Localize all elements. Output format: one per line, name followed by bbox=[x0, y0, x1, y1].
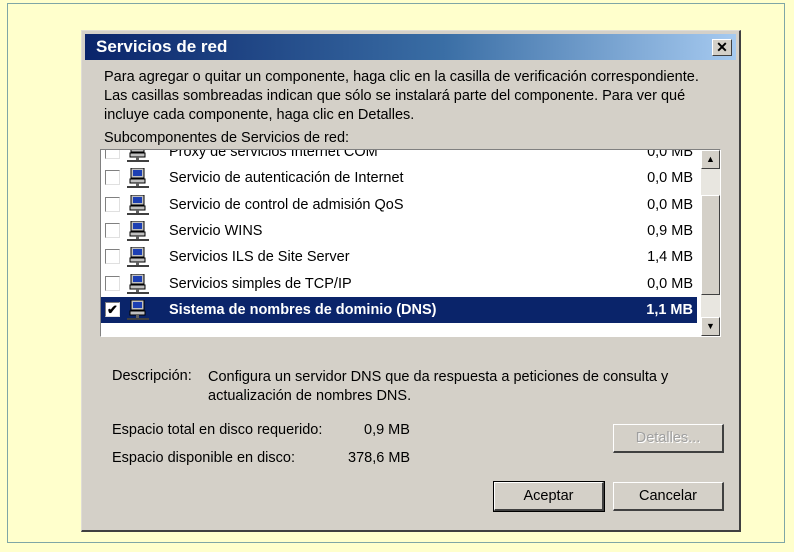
subcomponents-list[interactable]: Proxy de servicios Internet COM 0,0 MB Ser… bbox=[100, 149, 721, 337]
component-size: 1,4 MB bbox=[647, 249, 693, 266]
arrow-up-icon: ▲ bbox=[706, 154, 715, 164]
scroll-up-button[interactable]: ▲ bbox=[701, 150, 720, 169]
component-row[interactable]: Servicio de autenticación de Internet 0,0… bbox=[101, 165, 697, 191]
close-icon: ✕ bbox=[716, 39, 728, 55]
component-row[interactable]: Proxy de servicios Internet COM 0,0 MB bbox=[101, 150, 697, 165]
component-checkbox[interactable] bbox=[105, 249, 120, 265]
component-label: Servicio de control de admisión QoS bbox=[169, 196, 404, 213]
component-label: Servicios simples de TCP/IP bbox=[169, 275, 352, 292]
component-label: Servicio de autenticación de Internet bbox=[169, 170, 404, 187]
component-label: Sistema de nombres de dominio (DNS) bbox=[169, 301, 437, 318]
network-computer-icon bbox=[127, 150, 149, 162]
title-bar[interactable]: Servicios de red ✕ bbox=[85, 34, 736, 60]
component-checkbox[interactable]: ✔ bbox=[105, 301, 120, 317]
close-button[interactable]: ✕ bbox=[712, 39, 732, 56]
component-label: Servicio WINS bbox=[169, 222, 263, 239]
network-computer-icon bbox=[127, 246, 149, 268]
component-label: Proxy de servicios Internet COM bbox=[169, 150, 378, 160]
network-computer-icon bbox=[127, 167, 149, 189]
list-scrollbar[interactable]: ▲ ▼ bbox=[701, 150, 720, 336]
component-row[interactable]: Servicio de control de admisión QoS 0,0 M… bbox=[101, 192, 697, 218]
description-text: Configura un servidor DNS que da respues… bbox=[208, 369, 669, 404]
component-size: 0,9 MB bbox=[647, 222, 693, 239]
dialog-title: Servicios de red bbox=[96, 37, 228, 56]
network-services-dialog: Servicios de red ✕ Para agregar o quitar… bbox=[81, 30, 741, 532]
scroll-thumb[interactable] bbox=[701, 195, 720, 295]
component-size: 0,0 MB bbox=[647, 170, 693, 187]
component-checkbox[interactable] bbox=[105, 196, 120, 212]
page-frame: Servicios de red ✕ Para agregar o quitar… bbox=[7, 3, 785, 543]
component-checkbox[interactable] bbox=[105, 222, 120, 238]
component-size: 0,0 MB bbox=[647, 150, 693, 160]
component-size: 1,1 MB bbox=[646, 301, 693, 318]
component-label: Servicios ILS de Site Server bbox=[169, 249, 350, 266]
details-button[interactable]: Detalles... bbox=[613, 424, 724, 453]
available-space-label: Espacio disponible en disco: bbox=[112, 450, 295, 466]
component-size: 0,0 MB bbox=[647, 196, 693, 213]
intro-text: Para agregar o quitar un componente, hag… bbox=[104, 69, 699, 123]
total-space-label: Espacio total en disco requerido: bbox=[112, 422, 323, 438]
network-computer-icon bbox=[127, 194, 149, 215]
subcomponents-label: Subcomponentes de Servicios de red: bbox=[104, 130, 350, 146]
component-size: 0,0 MB bbox=[647, 275, 693, 292]
component-row[interactable]: Servicios ILS de Site Server 1,4 MB bbox=[101, 244, 697, 270]
component-checkbox[interactable] bbox=[105, 170, 120, 186]
component-row[interactable]: ✔ Sistema de nombres de dominio (DNS) 1,1 … bbox=[101, 296, 697, 323]
total-space-value: 0,9 MB bbox=[364, 422, 410, 438]
component-row[interactable]: Servicios simples de TCP/IP 0,0 MB bbox=[101, 271, 697, 297]
component-checkbox[interactable] bbox=[105, 150, 120, 159]
description-label: Descripción: bbox=[112, 368, 192, 384]
network-computer-icon bbox=[127, 299, 149, 320]
component-checkbox[interactable] bbox=[105, 275, 120, 291]
available-space-value: 378,6 MB bbox=[348, 450, 411, 466]
subcomponents-rows: Proxy de servicios Internet COM 0,0 MB Ser… bbox=[101, 150, 701, 336]
network-computer-icon bbox=[127, 273, 149, 294]
accept-button[interactable]: Aceptar bbox=[493, 481, 605, 512]
component-row[interactable]: Servicio WINS 0,9 MB bbox=[101, 218, 697, 244]
cancel-button[interactable]: Cancelar bbox=[613, 482, 724, 511]
network-computer-icon bbox=[127, 220, 149, 241]
scroll-down-button[interactable]: ▼ bbox=[701, 317, 720, 336]
arrow-down-icon: ▼ bbox=[706, 321, 715, 331]
